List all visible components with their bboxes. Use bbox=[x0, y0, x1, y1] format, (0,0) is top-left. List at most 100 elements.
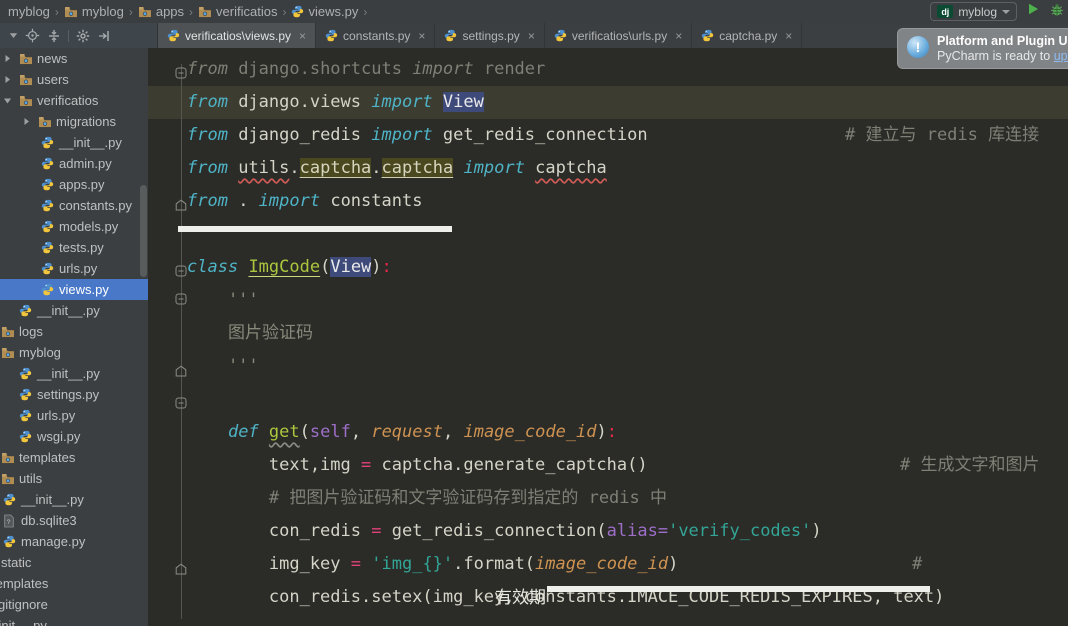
tree-item-gitignore[interactable]: gitignore bbox=[0, 594, 148, 615]
package-folder-icon bbox=[19, 48, 33, 69]
breadcrumb-item[interactable]: myblog bbox=[8, 4, 50, 19]
pin-icon[interactable] bbox=[97, 29, 111, 43]
close-icon[interactable]: × bbox=[418, 29, 425, 43]
code-line[interactable]: from . import constants bbox=[187, 185, 422, 218]
update-link[interactable]: upda bbox=[1054, 49, 1068, 63]
close-icon[interactable]: × bbox=[299, 29, 306, 43]
code-token: import bbox=[463, 158, 525, 178]
locate-icon[interactable] bbox=[25, 28, 40, 43]
code-token: View bbox=[442, 92, 484, 112]
tree-item--init-py[interactable]: __init__.py bbox=[0, 363, 148, 384]
tree-item-manage-py[interactable]: manage.py bbox=[0, 531, 148, 552]
tree-item-templates[interactable]: templates bbox=[0, 447, 148, 468]
chevron-down-icon bbox=[1002, 9, 1010, 14]
ime-composition-text: 有效期 bbox=[495, 588, 546, 608]
breadcrumb-item[interactable]: myblog bbox=[64, 4, 124, 19]
tree-item-views-py[interactable]: views.py bbox=[0, 279, 148, 300]
tree-item-news[interactable]: news bbox=[0, 48, 148, 69]
collapse-icon[interactable] bbox=[47, 29, 61, 43]
scrollbar-thumb[interactable] bbox=[140, 185, 147, 277]
code-line[interactable]: from django_redis import get_redis_conne… bbox=[187, 119, 1039, 152]
tree-item-migrations[interactable]: migrations bbox=[0, 111, 148, 132]
gear-icon[interactable] bbox=[76, 29, 90, 43]
run-configuration-select[interactable]: dj myblog bbox=[930, 2, 1017, 21]
fold-marker-icon[interactable] bbox=[175, 262, 187, 277]
editor-tab[interactable]: settings.py × bbox=[435, 23, 545, 48]
tree-item-utils[interactable]: utils bbox=[0, 468, 148, 489]
code-line[interactable]: text,img = captcha.generate_captcha() # 生… bbox=[187, 449, 1040, 482]
editor-tab[interactable]: constants.py × bbox=[316, 23, 436, 48]
tree-item-verificatios[interactable]: verificatios bbox=[0, 90, 148, 111]
tree-item-settings-py[interactable]: settings.py bbox=[0, 384, 148, 405]
code-editor[interactable]: from django.shortcuts import render from … bbox=[148, 48, 1068, 626]
code-line[interactable]: ''' bbox=[187, 350, 259, 383]
editor-tab[interactable]: captcha.py × bbox=[692, 23, 803, 48]
tree-item-myblog[interactable]: myblog bbox=[0, 342, 148, 363]
tree-item-users[interactable]: users bbox=[0, 69, 148, 90]
editor-tab[interactable]: verificatios\urls.py × bbox=[544, 23, 693, 48]
fold-marker-icon[interactable] bbox=[175, 394, 187, 409]
tree-item-urls-py[interactable]: urls.py bbox=[0, 258, 148, 279]
fold-marker-icon[interactable] bbox=[175, 64, 187, 79]
tree-item-db-sqlite3[interactable]: ? db.sqlite3 bbox=[0, 510, 148, 531]
code-line[interactable]: def get(self, request, image_code_id): bbox=[187, 416, 617, 449]
code-line[interactable]: con_redis = get_redis_connection(alias='… bbox=[187, 515, 822, 548]
code-line[interactable]: ''' bbox=[187, 284, 259, 317]
code-line[interactable]: img_key = 'img_{}'.format(image_code_id)… bbox=[187, 548, 922, 581]
code-token: alias= bbox=[606, 521, 669, 541]
tree-item--init-py[interactable]: __init__.py bbox=[0, 615, 148, 626]
tree-item-templates[interactable]: templates bbox=[0, 573, 148, 594]
code-token: import bbox=[371, 92, 433, 112]
debug-button[interactable] bbox=[1049, 2, 1065, 22]
breadcrumb-label: verificatios bbox=[216, 4, 278, 19]
tree-item-tests-py[interactable]: tests.py bbox=[0, 237, 148, 258]
tree-item-label: static bbox=[1, 555, 32, 570]
close-icon[interactable]: × bbox=[785, 29, 792, 43]
tree-item--init-py[interactable]: __init__.py bbox=[0, 489, 148, 510]
breadcrumb-item[interactable]: views.py bbox=[291, 4, 358, 19]
code-line[interactable]: class ImgCode(View): bbox=[187, 251, 392, 284]
run-button[interactable] bbox=[1026, 2, 1040, 21]
tree-item-wsgi-py[interactable]: wsgi.py bbox=[0, 426, 148, 447]
chevron-right-icon[interactable] bbox=[3, 48, 12, 69]
code-line[interactable]: # 把图片验证码和文字验证码存到指定的 redis 中 bbox=[187, 482, 667, 515]
tree-item-static[interactable]: static bbox=[0, 552, 148, 573]
dropdown-caret-icon[interactable] bbox=[9, 32, 18, 39]
chevron-right-icon[interactable] bbox=[22, 111, 31, 132]
breadcrumb-item[interactable]: apps bbox=[138, 4, 184, 19]
editor-tab[interactable]: verificatios\views.py × bbox=[158, 23, 317, 48]
tree-item-logs[interactable]: logs bbox=[0, 321, 148, 342]
code-line[interactable]: from django.shortcuts import render bbox=[187, 53, 545, 86]
code-token: 'img_{}' bbox=[371, 554, 454, 574]
tree-item-apps-py[interactable]: apps.py bbox=[0, 174, 148, 195]
tree-item-label: verificatios bbox=[37, 93, 99, 108]
chevron-right-icon[interactable] bbox=[3, 69, 12, 90]
chevron-down-icon[interactable] bbox=[3, 90, 12, 111]
tree-item-constants-py[interactable]: constants.py bbox=[0, 195, 148, 216]
close-icon[interactable]: × bbox=[675, 29, 682, 43]
fold-marker-icon[interactable] bbox=[175, 196, 187, 211]
tree-item-models-py[interactable]: models.py bbox=[0, 216, 148, 237]
code-line[interactable]: 图片验证码 bbox=[187, 317, 313, 350]
code-line[interactable]: from utils.captcha.captcha import captch… bbox=[187, 152, 607, 185]
close-icon[interactable]: × bbox=[528, 29, 535, 43]
tree-item-urls-py[interactable]: urls.py bbox=[0, 405, 148, 426]
fold-marker-icon[interactable] bbox=[175, 560, 187, 575]
fold-marker-icon[interactable] bbox=[175, 290, 187, 305]
code-line[interactable]: from django.views import View bbox=[187, 86, 484, 119]
notification-balloon[interactable]: ! Platform and Plugin Up PyCharm is read… bbox=[897, 28, 1068, 69]
python-file-icon bbox=[19, 363, 32, 384]
tree-item-admin-py[interactable]: admin.py bbox=[0, 153, 148, 174]
code-token: = bbox=[350, 554, 362, 574]
tree-item-label: tests.py bbox=[59, 240, 104, 255]
code-token: render bbox=[473, 59, 546, 79]
fold-marker-icon[interactable] bbox=[175, 362, 187, 377]
breadcrumb-chevron-icon: › bbox=[189, 4, 194, 19]
tree-item--init-py[interactable]: __init__.py bbox=[0, 300, 148, 321]
breadcrumb-item[interactable]: verificatios bbox=[198, 4, 277, 19]
breadcrumb-label: views.py bbox=[308, 4, 359, 19]
python-file-icon bbox=[41, 258, 54, 279]
tree-item--init-py[interactable]: __init__.py bbox=[0, 132, 148, 153]
